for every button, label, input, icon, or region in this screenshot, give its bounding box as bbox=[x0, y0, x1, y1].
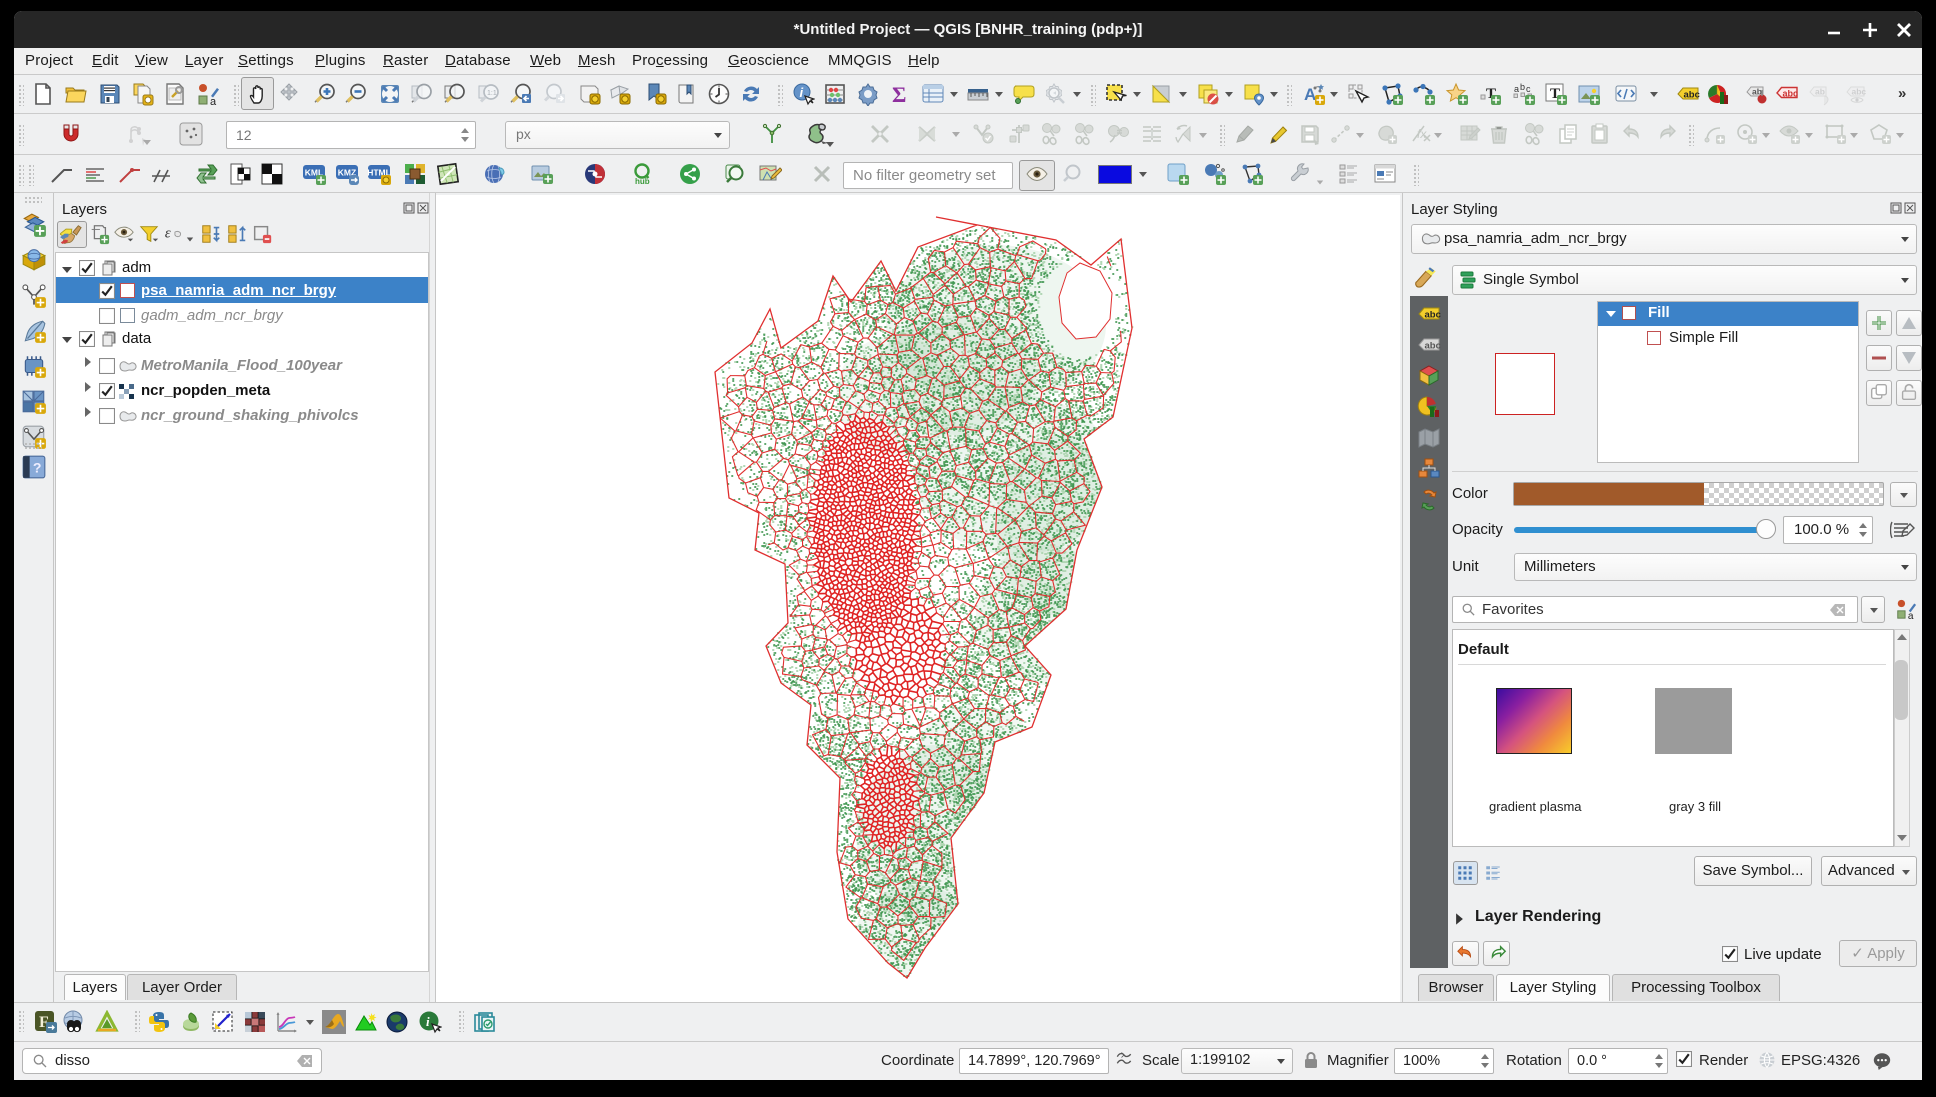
svg-text:ε: ε bbox=[165, 226, 171, 242]
svg-text:i: i bbox=[426, 1014, 430, 1029]
svg-text:1:1: 1:1 bbox=[487, 90, 497, 97]
svg-text:abc: abc bbox=[1852, 87, 1867, 97]
svg-text:abc: abc bbox=[1425, 310, 1441, 321]
svg-text:c: c bbox=[1526, 84, 1531, 94]
svg-text:abc: abc bbox=[1425, 341, 1441, 352]
svg-text:Σ: Σ bbox=[892, 82, 906, 106]
svg-text:?: ? bbox=[33, 459, 42, 475]
svg-text:abc: abc bbox=[1783, 89, 1799, 99]
svg-text:a: a bbox=[1514, 84, 1519, 94]
svg-text:i: i bbox=[800, 85, 804, 100]
svg-text:a: a bbox=[210, 96, 217, 106]
svg-text:hub: hub bbox=[635, 177, 650, 186]
svg-text:abc: abc bbox=[1684, 90, 1700, 101]
svg-text:ab: ab bbox=[1815, 87, 1825, 97]
svg-text:a: a bbox=[1908, 611, 1914, 620]
svg-text:b: b bbox=[1520, 82, 1525, 92]
